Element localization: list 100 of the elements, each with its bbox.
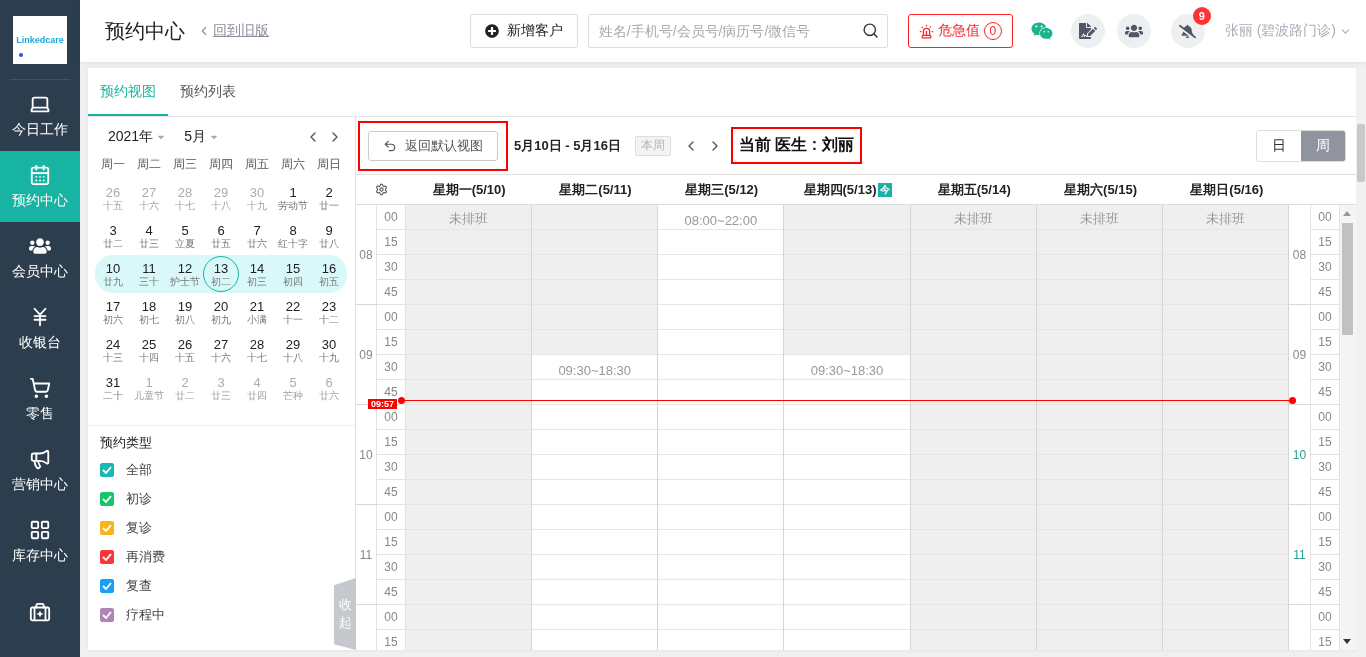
hour-label: 09: [1292, 347, 1307, 362]
calendar-day[interactable]: 22 十一: [275, 294, 311, 330]
weekday-label: 周二: [136, 155, 162, 173]
checkbox[interactable]: [100, 462, 114, 477]
calendar-day[interactable]: 17 初六: [95, 294, 131, 330]
records-button[interactable]: [1070, 14, 1105, 48]
clipboard-icon: [1078, 22, 1097, 40]
calendar-day[interactable]: 18 初七: [131, 294, 167, 330]
weekday-label: 周四: [208, 155, 234, 173]
sidebar-item[interactable]: 库存中心: [0, 506, 80, 577]
calendar-day[interactable]: 30 十九: [311, 332, 347, 368]
calendar-day[interactable]: 21 小满: [239, 294, 275, 330]
checkbox-label: 复查: [126, 576, 152, 595]
minute-label: 00: [1318, 310, 1332, 324]
calendar-day[interactable]: 11 三十: [131, 256, 167, 292]
sidebar-item[interactable]: 今日工作: [0, 80, 80, 151]
calendar-day[interactable]: 24 十三: [95, 332, 131, 368]
calendar-day[interactable]: 12 护士节: [167, 256, 203, 292]
minute-label: 30: [384, 260, 398, 274]
hour-label: 09: [359, 347, 373, 362]
day-header: 星期六(5/15): [1063, 180, 1139, 199]
return-default-view-button[interactable]: 返回默认视图: [368, 130, 498, 161]
sidebar-item[interactable]: 会员中心: [0, 222, 80, 293]
calendar-day[interactable]: 10 廿九: [95, 256, 131, 292]
minute-label: 45: [1318, 385, 1332, 399]
minute-label: 00: [384, 510, 398, 524]
calendar-day[interactable]: 31 二十: [95, 370, 131, 406]
calendar-icon: [29, 163, 51, 186]
section-title: 预约类型: [100, 434, 153, 452]
hour-label: 08: [359, 247, 373, 262]
schedule-label: 未排班: [1079, 210, 1119, 228]
minute-label: 00: [1318, 610, 1332, 624]
search-icon[interactable]: [861, 22, 879, 39]
calendar-day[interactable]: 7 廿六: [239, 218, 275, 254]
calendar-day[interactable]: 14 初三: [239, 256, 275, 292]
minute-label: 15: [1318, 435, 1332, 449]
minute-label: 00: [1318, 510, 1332, 524]
search-field[interactable]: 姓名/手机号/会员号/病历号/微信号: [587, 14, 888, 48]
calendar-day[interactable]: 9 廿八: [311, 218, 347, 254]
calendar-day[interactable]: 4 廿三: [131, 218, 167, 254]
day-header: 星期三(5/12): [684, 180, 760, 199]
calendar-day[interactable]: 16 初五: [311, 256, 347, 292]
sidebar-item[interactable]: 收银台: [0, 293, 80, 364]
plus-icon: [484, 24, 499, 38]
undo-icon: [383, 138, 397, 153]
calendar-day[interactable]: 2 廿一: [311, 180, 347, 216]
calendar-day[interactable]: 27 十六: [203, 332, 239, 368]
chat-icon[interactable]: [1030, 20, 1053, 42]
minute-label: 30: [1318, 360, 1332, 374]
checkbox-label: 初诊: [126, 489, 152, 508]
calendar-day[interactable]: 26 十五: [167, 332, 203, 368]
schedule-label: 未排班: [1205, 210, 1245, 228]
unscheduled-slot[interactable]: [1162, 380, 1288, 405]
schedule-label: 未排班: [449, 210, 489, 228]
minute-label: 30: [384, 560, 398, 574]
calendar-day[interactable]: 19 初八: [167, 294, 203, 330]
checkbox[interactable]: [100, 549, 114, 564]
weekday-label: 周日: [316, 155, 342, 173]
checkbox[interactable]: [100, 520, 114, 535]
checkbox[interactable]: [100, 578, 114, 593]
calendar-day[interactable]: 5 立夏: [167, 218, 203, 254]
calendar-day[interactable]: 6 廿五: [203, 218, 239, 254]
notifications-button[interactable]: [1170, 14, 1205, 48]
minute-label: 00: [1318, 210, 1332, 224]
day-header: 星期五(5/14): [936, 180, 1012, 199]
minute-label: 15: [384, 435, 398, 449]
calendar-day[interactable]: 23 十二: [311, 294, 347, 330]
unscheduled-slot[interactable]: [910, 380, 1036, 405]
minute-label: 30: [384, 460, 398, 474]
minute-label: 30: [1318, 260, 1332, 274]
sidebar-item[interactable]: 营销中心: [0, 435, 80, 506]
tab[interactable]: 预约列表: [168, 68, 248, 116]
calendar-day[interactable]: 8 红十字: [275, 218, 311, 254]
minute-label: 15: [384, 235, 398, 249]
calendar-day[interactable]: 25 十四: [131, 332, 167, 368]
unscheduled-slot[interactable]: [406, 380, 532, 405]
calendar-day[interactable]: 28 十七: [239, 332, 275, 368]
month-select[interactable]: 5月: [184, 128, 219, 146]
minute-label: 00: [384, 310, 398, 324]
calendar-day[interactable]: 3 廿二: [95, 218, 131, 254]
minute-label: 45: [1318, 485, 1332, 499]
calendar-day[interactable]: 20 初九: [203, 294, 239, 330]
unscheduled-slot[interactable]: [1036, 380, 1162, 405]
patients-button[interactable]: [1116, 14, 1151, 48]
cart-icon: [29, 376, 51, 399]
back-link[interactable]: 回到旧版: [197, 22, 269, 40]
year-select[interactable]: 2021年: [108, 128, 167, 146]
day-header: 星期日(5/16): [1189, 180, 1265, 199]
minute-label: 00: [1318, 410, 1332, 424]
alert-button[interactable]: 危急值 0: [907, 14, 1013, 48]
calendar-day[interactable]: 29 十八: [275, 332, 311, 368]
checkbox[interactable]: [100, 607, 114, 622]
calendar-day[interactable]: 15 初四: [275, 256, 311, 292]
calendar-day[interactable]: 1 劳动节: [275, 180, 311, 216]
add-customer-button[interactable]: 新增客户: [469, 14, 578, 48]
current-doctor: 当前 医生 : 刘丽: [738, 135, 854, 155]
day-header: 星期一(5/10): [431, 180, 507, 199]
checkbox[interactable]: [100, 491, 114, 506]
current-time-badge: 09:57: [368, 399, 398, 409]
sidebar-item[interactable]: 零售: [0, 364, 80, 435]
